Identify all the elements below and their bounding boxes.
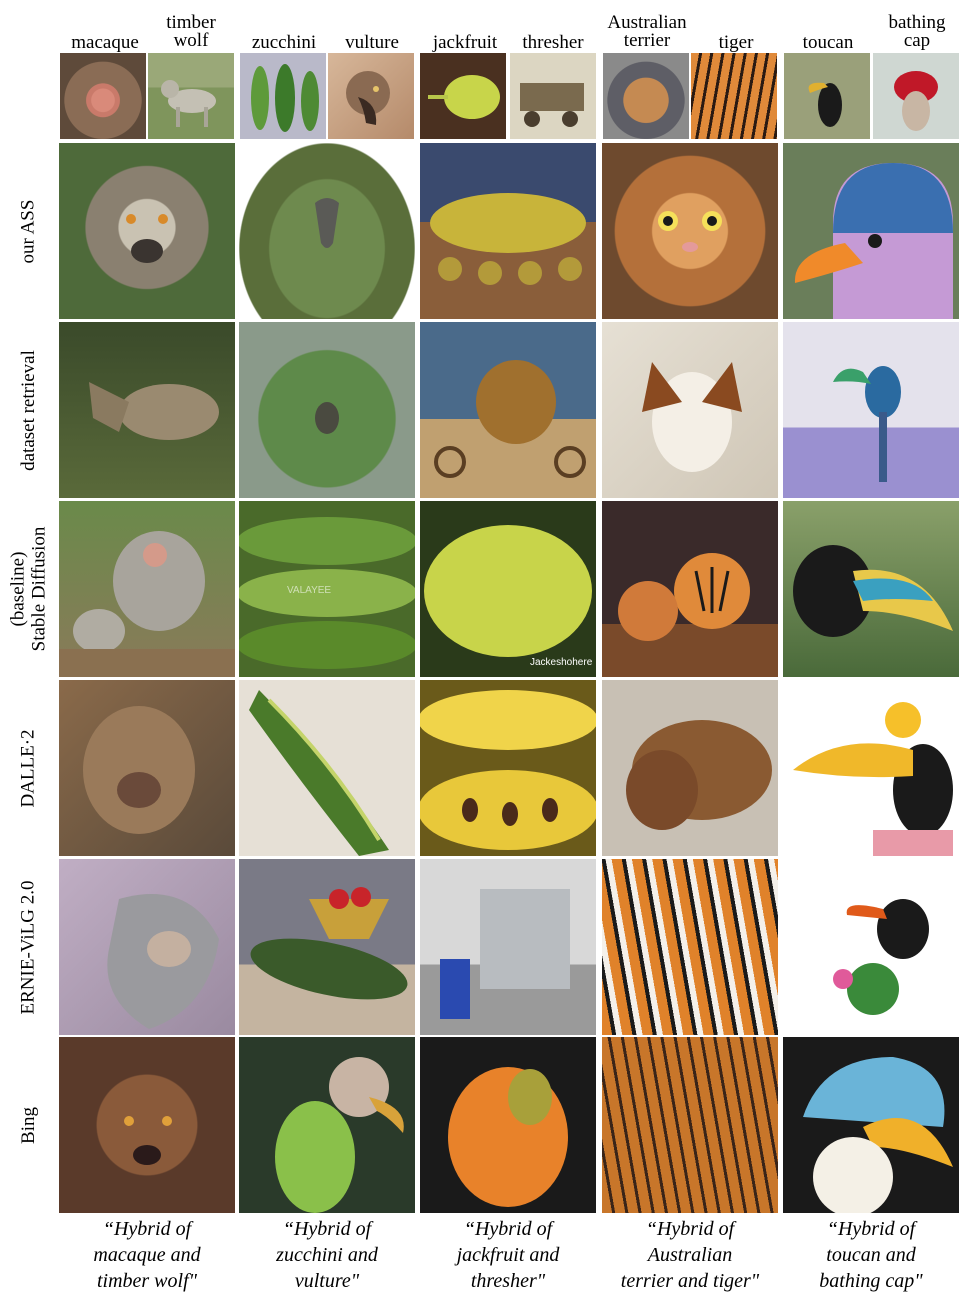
caption-zucchini-vulture: “Hybrid of zucchini and vulture" xyxy=(276,1218,378,1292)
tile-dalle-jackfruit-thresher xyxy=(420,680,596,856)
label-toucan: toucan xyxy=(802,32,854,53)
row-label-ernie-vilg: ERNIE-ViLG 2.0 xyxy=(17,880,39,1014)
label-macaque: macaque xyxy=(71,32,139,53)
tile-bing-jackfruit-thresher xyxy=(420,1037,596,1213)
tile-ernie-terrier-tiger xyxy=(602,859,778,1035)
label-thresher: thresher xyxy=(522,32,584,53)
thumb-vulture xyxy=(328,53,414,139)
tile-sd-zucchini-vulture: VALAYEE xyxy=(239,501,415,677)
tile-sd-macaque-wolf xyxy=(59,501,235,677)
tile-ernie-toucan-cap xyxy=(783,859,959,1035)
tile-ass-jackfruit-thresher xyxy=(420,143,596,319)
thumb-timber-wolf xyxy=(148,53,234,139)
tile-ernie-jackfruit-thresher xyxy=(420,859,596,1035)
watermark-text: VALAYEE xyxy=(287,585,332,596)
caption-jackfruit-thresher: “Hybrid of jackfruit and thresher" xyxy=(456,1218,560,1292)
tile-retrieval-macaque-wolf xyxy=(59,322,235,498)
tile-sd-terrier-tiger xyxy=(602,501,778,677)
tile-sd-toucan-cap xyxy=(783,501,959,677)
tile-dalle-macaque-wolf xyxy=(59,680,235,856)
tile-bing-toucan-cap xyxy=(783,1037,959,1213)
thumb-jackfruit xyxy=(420,53,506,139)
tile-ass-terrier-tiger xyxy=(602,143,778,319)
thumb-macaque xyxy=(60,53,146,139)
tile-retrieval-toucan-cap xyxy=(783,322,959,498)
caption-macaque-wolf: “Hybrid of macaque and timber wolf" xyxy=(93,1218,201,1292)
thumb-tiger xyxy=(691,53,777,139)
label-bathing-cap: bathing cap xyxy=(888,12,946,51)
label-australian-terrier: Australian terrier xyxy=(607,12,687,51)
watermark-text: Jackeshohere xyxy=(530,657,593,668)
thumb-thresher xyxy=(510,53,596,139)
tile-sd-jackfruit-thresher: Jackeshohere xyxy=(420,501,596,677)
tile-ernie-macaque-wolf xyxy=(59,859,235,1035)
label-vulture: vulture xyxy=(345,32,399,53)
tile-ass-toucan-cap xyxy=(783,143,959,319)
tile-bing-macaque-wolf xyxy=(59,1037,235,1213)
tile-retrieval-zucchini-vulture xyxy=(239,322,415,498)
tile-dalle-terrier-tiger xyxy=(602,680,778,856)
label-zucchini: zucchini xyxy=(251,32,317,53)
tile-retrieval-jackfruit-thresher xyxy=(420,322,596,498)
caption-toucan-cap: “Hybrid of toucan and bathing cap" xyxy=(819,1218,923,1292)
thumb-bathing-cap xyxy=(873,53,959,139)
thumb-zucchini xyxy=(240,53,326,139)
tile-bing-terrier-tiger xyxy=(602,1037,778,1213)
tile-dalle-toucan-cap xyxy=(783,680,959,856)
row-label-bing: Bing xyxy=(17,1106,39,1144)
tile-ass-zucchini-vulture xyxy=(239,143,415,319)
tile-bing-zucchini-vulture xyxy=(239,1037,415,1213)
label-timber-wolf: timber wolf xyxy=(166,12,216,51)
row-label-our-ass: our ASS xyxy=(17,199,39,263)
row-label-stable-diffusion: (baseline) Stable Diffusion xyxy=(7,526,50,652)
tile-dalle-zucchini-vulture xyxy=(239,680,415,856)
row-label-dataset-retrieval: dataset retrieval xyxy=(17,349,39,471)
tile-ass-macaque-wolf xyxy=(59,143,235,319)
row-label-dalle2: DALLE·2 xyxy=(17,728,39,808)
label-jackfruit: jackfruit xyxy=(432,32,498,53)
thumb-toucan xyxy=(784,53,870,139)
tile-retrieval-terrier-tiger xyxy=(602,322,778,498)
label-tiger: tiger xyxy=(718,32,754,53)
tile-ernie-zucchini-vulture xyxy=(239,859,415,1035)
thumb-australian-terrier xyxy=(603,53,689,139)
caption-terrier-tiger: “Hybrid of Australian terrier and tiger" xyxy=(620,1218,760,1292)
